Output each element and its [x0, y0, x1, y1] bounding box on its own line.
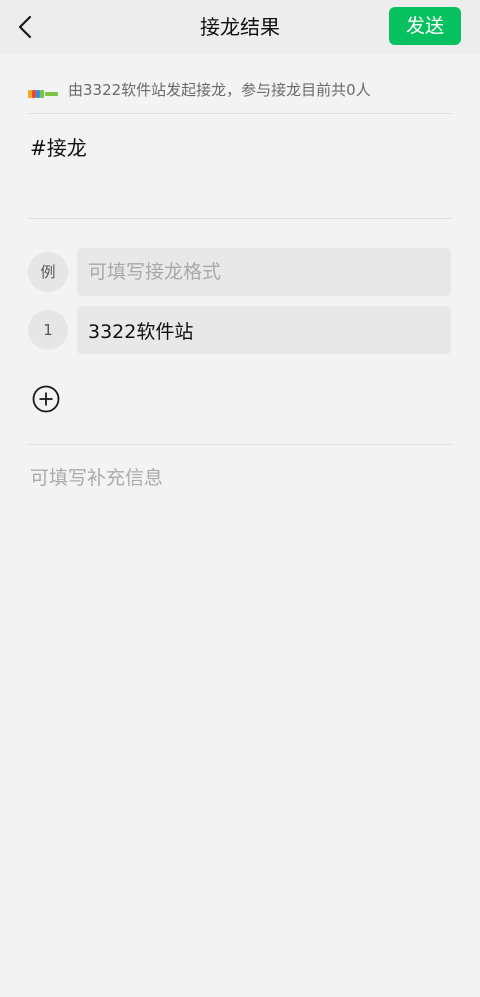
divider — [28, 113, 452, 114]
send-button[interactable]: 发送 — [389, 7, 461, 45]
example-badge: 例 — [28, 252, 68, 292]
topic-text[interactable]: #接龙 — [30, 133, 87, 163]
initiator-info: 由3322软件站发起接龙，参与接龙目前共0人 — [28, 76, 452, 102]
add-entry-icon[interactable] — [31, 384, 61, 414]
initiator-text: 由3322软件站发起接龙，参与接龙目前共0人 — [68, 80, 371, 99]
entry-number-badge: 1 — [28, 310, 68, 350]
divider — [28, 218, 452, 219]
back-icon[interactable] — [14, 13, 36, 41]
entry-input[interactable] — [77, 306, 451, 354]
site-logo-icon — [28, 84, 58, 98]
supplement-input[interactable] — [30, 462, 450, 494]
format-input[interactable] — [77, 248, 451, 296]
header-bar: 接龙结果 发送 — [0, 0, 480, 54]
divider — [28, 444, 452, 445]
